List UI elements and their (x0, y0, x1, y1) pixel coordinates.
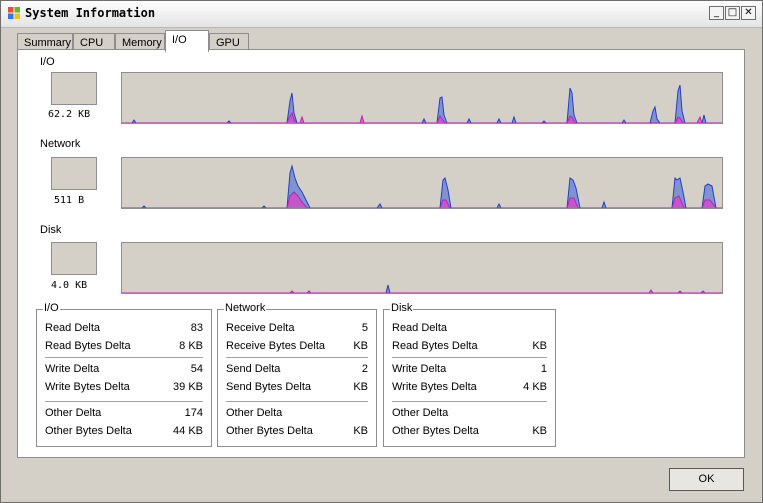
window-title: System Information (25, 6, 156, 20)
network-group-title: Network (224, 302, 267, 314)
disk-graph-label: Disk (40, 224, 62, 236)
io-read-bytes-delta-value: 8 KB (179, 340, 203, 352)
disk-separator-1 (392, 357, 547, 358)
network-current-value: 511 B (54, 195, 85, 206)
network-receive-delta-value: 5 (361, 322, 368, 334)
io-group-title: I/O (43, 302, 60, 314)
io-tab-panel: I/O 62.2 KB Network 511 B Disk 4.0 KB I/… (17, 49, 745, 458)
io-history-graph (121, 72, 723, 124)
disk-other-delta-label: Other Delta (392, 407, 449, 419)
io-other-bytes-delta-label: Other Bytes Delta (45, 425, 132, 437)
network-send-series (122, 191, 722, 208)
disk-read-bytes-delta-label: Read Bytes Delta (392, 340, 478, 352)
network-graph-plot (122, 164, 722, 208)
io-current-value: 62.2 KB (48, 109, 91, 120)
io-write-delta-label: Write Delta (45, 363, 100, 375)
io-separator-1 (45, 357, 203, 358)
disk-history-graph (121, 242, 723, 294)
network-send-bytes-delta-label: Send Bytes Delta (226, 381, 311, 393)
network-graph-label: Network (40, 138, 81, 150)
network-other-delta-label: Other Delta (226, 407, 283, 419)
disk-graph-plot (122, 284, 722, 293)
windows-logo-icon (8, 7, 20, 19)
network-receive-bytes-delta-label: Receive Bytes Delta (226, 340, 326, 352)
network-receive-bytes-delta-value: KB (353, 340, 368, 352)
disk-write-delta-label: Write Delta (392, 363, 447, 375)
network-send-bytes-delta-value: KB (353, 381, 368, 393)
disk-group-title: Disk (390, 302, 414, 314)
io-other-delta-value: 174 (184, 407, 203, 419)
disk-write-delta-value: 1 (540, 363, 547, 375)
disk-group-box: Disk Read Delta Read Bytes Delta KB Writ… (383, 302, 556, 447)
io-value-box (51, 72, 97, 105)
io-read-delta-value: 83 (190, 322, 203, 334)
disk-current-value: 4.0 KB (51, 280, 88, 291)
disk-write-bytes-delta-value: 4 KB (523, 381, 547, 393)
network-separator-1 (226, 357, 368, 358)
disk-read-delta-label: Read Delta (392, 322, 448, 334)
io-graph-label: I/O (40, 56, 55, 68)
network-send-delta-label: Send Delta (226, 363, 281, 375)
network-other-bytes-delta-label: Other Bytes Delta (226, 425, 313, 437)
io-write-bytes-delta-value: 39 KB (173, 381, 203, 393)
io-write-bytes-delta-label: Write Bytes Delta (45, 381, 130, 393)
io-graph-plot (122, 84, 722, 123)
network-send-delta-value: 2 (361, 363, 368, 375)
close-button[interactable]: ✕ (741, 6, 756, 20)
disk-other-bytes-delta-label: Other Bytes Delta (392, 425, 479, 437)
disk-write-bytes-delta-label: Write Bytes Delta (392, 381, 477, 393)
io-read-series (122, 111, 722, 123)
disk-other-bytes-delta-value: KB (532, 425, 547, 437)
io-write-series (122, 84, 722, 123)
io-separator-2 (45, 401, 203, 402)
disk-read-bytes-delta-value: KB (532, 340, 547, 352)
disk-write-series (122, 284, 722, 293)
io-read-delta-label: Read Delta (45, 322, 101, 334)
network-receive-delta-label: Receive Delta (226, 322, 295, 334)
disk-value-box (51, 242, 97, 275)
maximize-button[interactable]: □ (725, 6, 740, 20)
network-group-box: Network Receive Delta 5 Receive Bytes De… (217, 302, 377, 447)
system-information-window: System Information _ □ ✕ Summary CPU Mem… (0, 0, 763, 503)
io-other-delta-label: Other Delta (45, 407, 102, 419)
io-group-box: I/O Read Delta 83 Read Bytes Delta 8 KB … (36, 302, 212, 447)
network-history-graph (121, 157, 723, 209)
disk-read-series (122, 289, 722, 293)
network-separator-2 (226, 401, 368, 402)
io-read-bytes-delta-label: Read Bytes Delta (45, 340, 131, 352)
io-write-delta-value: 54 (190, 363, 203, 375)
tab-io[interactable]: I/O (165, 30, 209, 52)
ok-button[interactable]: OK (669, 468, 744, 491)
network-other-bytes-delta-value: KB (353, 425, 368, 437)
io-other-bytes-delta-value: 44 KB (173, 425, 203, 437)
network-receive-series (122, 164, 722, 208)
disk-separator-2 (392, 401, 547, 402)
title-bar[interactable]: System Information _ □ ✕ (1, 1, 762, 28)
minimize-button[interactable]: _ (709, 6, 724, 20)
network-value-box (51, 157, 97, 190)
